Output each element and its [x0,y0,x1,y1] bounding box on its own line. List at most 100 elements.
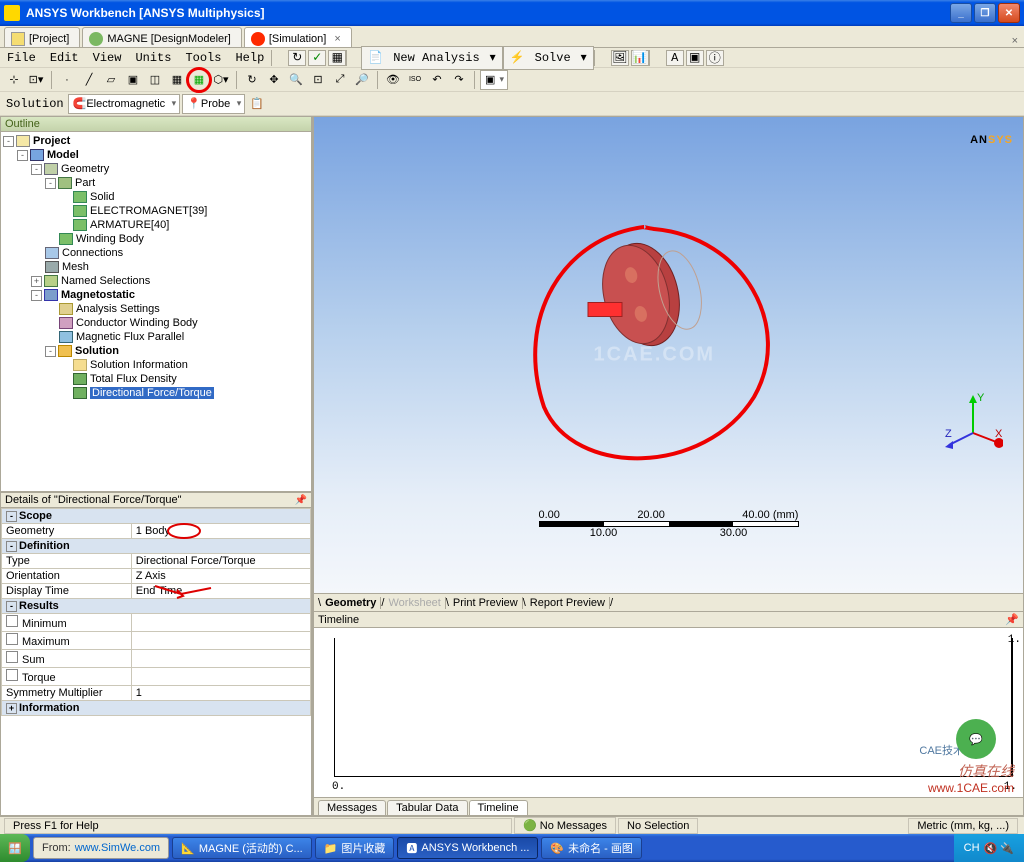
tab-close-icon[interactable]: × [334,33,340,45]
tree-project[interactable]: Project [33,135,70,147]
menu-file[interactable]: File [0,49,43,67]
tab-simulation[interactable]: [Simulation] × [244,27,352,47]
tree-electromagnet[interactable]: ELECTROMAGNET[39] [90,205,207,217]
toolbar-annotation-icon[interactable]: A [666,50,684,66]
toolbar-worksheet-icon[interactable]: ▦ [328,50,346,66]
select-face-icon[interactable]: ▱ [101,70,121,90]
details-panel[interactable]: -Scope Geometry1 Body -Definition TypeDi… [0,508,312,816]
triad-icon[interactable]: Y X Z [943,393,1003,453]
tab-geometry[interactable]: Geometry [321,597,381,609]
magnetostatic-icon [44,289,58,301]
menu-tools[interactable]: Tools [178,49,228,67]
tab-worksheet[interactable]: Worksheet [384,597,445,609]
tree-magnetic-flux-parallel[interactable]: Magnetic Flux Parallel [76,331,184,343]
designmodeler-icon [89,32,103,46]
select-body-icon[interactable]: ▣ [123,70,143,90]
menu-help[interactable]: Help [228,49,271,67]
taskbar-ansys[interactable]: 🅰 ANSYS Workbench ... [397,837,538,859]
tree-named-selections[interactable]: Named Selections [61,275,150,287]
toolbar-chart-icon[interactable]: 📊 [631,50,649,66]
tree-solid[interactable]: Solid [90,191,114,203]
tree-conductor-winding[interactable]: Conductor Winding Body [76,317,198,329]
tabs-overflow-close[interactable]: × [1012,35,1024,47]
select-face2-icon[interactable]: ◫ [145,70,165,90]
select-vertex-icon[interactable]: · [57,70,77,90]
solve-dropdown[interactable]: ⚡Solve ▾ [503,46,594,70]
details-geometry-value[interactable]: 1 Body [136,525,170,537]
watermark-url: www.1CAE.com [928,781,1014,795]
magnify-icon[interactable]: 🔎 [352,70,372,90]
tab-report-preview[interactable]: Report Preview [526,597,610,609]
tree-directional-force-torque[interactable]: Directional Force/Torque [90,387,214,399]
project-icon [11,32,25,46]
tree-model[interactable]: Model [47,149,79,161]
tree-magnetostatic[interactable]: Magnetostatic [61,289,135,301]
user-defined-result-icon[interactable]: 📋 [247,94,267,114]
tree-analysis-settings[interactable]: Analysis Settings [76,303,160,315]
tab-project[interactable]: [Project] [4,27,80,47]
tree-geometry[interactable]: Geometry [61,163,109,175]
select-body2-icon[interactable]: ▦ [167,70,187,90]
tab-tabular-data[interactable]: Tabular Data [387,800,467,815]
pin-icon[interactable]: 📌 [295,495,307,506]
new-analysis-dropdown[interactable]: 📄New Analysis ▾ [361,46,502,70]
minimize-button[interactable]: _ [950,3,972,23]
rotate-icon[interactable]: ↻ [242,70,262,90]
extend-selection-icon[interactable]: ⬡▾ [211,70,231,90]
close-button[interactable]: ✕ [998,3,1020,23]
system-tray[interactable]: CH 🔇 🔌 [954,834,1024,862]
select-mode-box-icon[interactable]: ⊡▾ [26,70,46,90]
outline-tree[interactable]: -Project -Model -Geometry -Part Solid EL… [0,132,312,492]
tree-part[interactable]: Part [75,177,95,189]
tree-solution[interactable]: Solution [75,345,119,357]
expand-icon[interactable]: - [3,136,14,147]
details-display-time-value[interactable]: End Time [131,584,310,599]
start-button[interactable]: 🪟 [0,834,30,862]
details-symmetry-multiplier-value[interactable]: 1 [131,686,310,701]
taskbar-pictures[interactable]: 📁 图片收藏 [315,837,395,859]
toolbar-refresh-icon[interactable]: ↻ [288,50,306,66]
timeline-chart[interactable]: 0. 1. 1. [313,628,1024,798]
details-orientation-value[interactable]: Z Axis [131,569,310,584]
tab-designmodeler[interactable]: MAGNE [DesignModeler] [82,27,242,47]
zoom-icon[interactable]: 🔍 [286,70,306,90]
toolbar-section-icon[interactable]: ▣ [686,50,704,66]
model-icon [30,149,44,161]
next-view-icon[interactable]: ↷ [449,70,469,90]
tree-connections[interactable]: Connections [62,247,123,259]
tree-mesh[interactable]: Mesh [62,261,89,273]
menu-edit[interactable]: Edit [43,49,86,67]
tab-timeline[interactable]: Timeline [469,800,528,815]
select-mode-vertex-icon[interactable]: ⊹ [4,70,24,90]
tab-print-preview[interactable]: Print Preview [449,597,523,609]
tab-messages[interactable]: Messages [318,800,386,815]
select-body3-icon[interactable]: ▦ [189,70,209,90]
zoom-box-icon[interactable]: ⊡ [308,70,328,90]
conductor-icon [59,317,73,329]
tree-armature[interactable]: ARMATURE[40] [90,219,169,231]
zoom-fit-icon[interactable]: ⤢ [330,70,350,90]
display-style-dropdown[interactable]: ▣ [480,70,508,90]
tree-solution-information[interactable]: Solution Information [90,359,188,371]
tree-total-flux-density[interactable]: Total Flux Density [90,373,177,385]
taskbar-paint[interactable]: 🎨 未命名 - 画图 [541,837,641,859]
toolbar-image-icon[interactable]: 🖼 [611,50,629,66]
look-at-icon[interactable]: 👁 [383,70,403,90]
tree-winding-body[interactable]: Winding Body [76,233,144,245]
details-type-value[interactable]: Directional Force/Torque [131,554,310,569]
toolbar-info-icon[interactable]: ⓘ [706,50,724,66]
toolbar-check-icon[interactable]: ✓ [308,50,326,66]
3d-viewport[interactable]: ANSYS 1CAE.COM [313,116,1024,594]
taskbar-magne[interactable]: 📐 MAGNE (活动的) C... [172,837,312,859]
menu-units[interactable]: Units [128,49,178,67]
electromagnetic-dropdown[interactable]: 🧲Electromagnetic [68,94,181,114]
iso-icon[interactable]: ISO [405,70,425,90]
pin-icon[interactable]: 📌 [1005,613,1019,626]
menu-view[interactable]: View [86,49,129,67]
pan-icon[interactable]: ✥ [264,70,284,90]
probe-dropdown[interactable]: 📍Probe [182,94,245,114]
maximize-button[interactable]: ❐ [974,3,996,23]
annotation-circle [186,67,212,93]
prev-view-icon[interactable]: ↶ [427,70,447,90]
select-edge-icon[interactable]: ╱ [79,70,99,90]
